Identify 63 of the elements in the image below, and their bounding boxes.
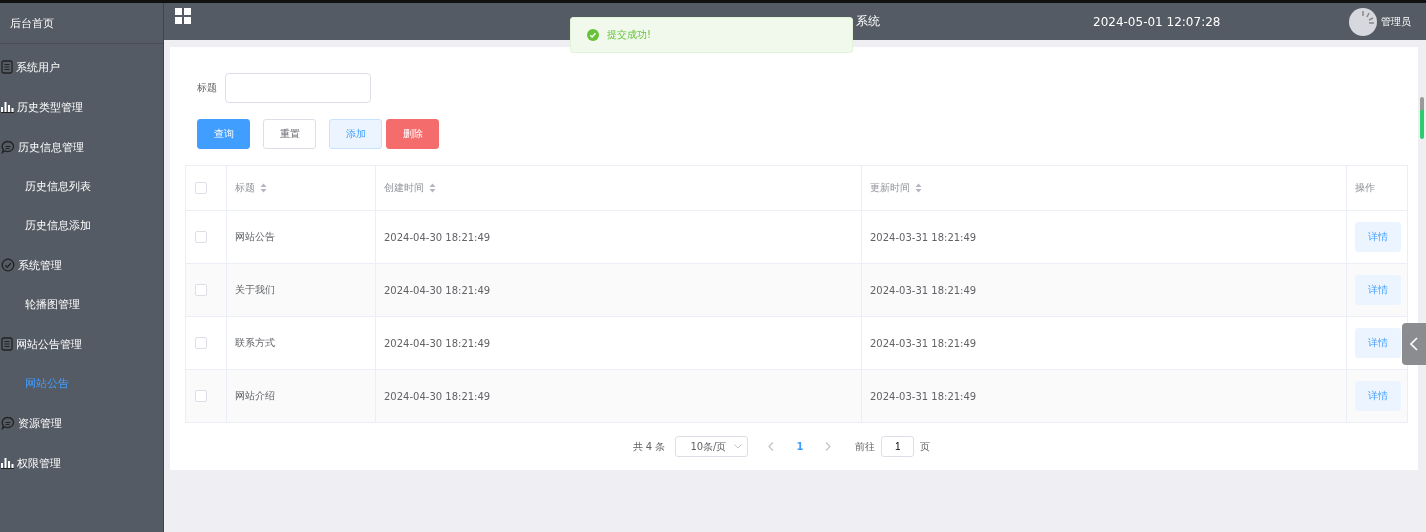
goto-label: 前往 bbox=[855, 439, 876, 454]
next-page-icon[interactable] bbox=[825, 442, 832, 451]
sidebar-item[interactable]: 权限管理 bbox=[0, 443, 163, 483]
grid-menu-icon[interactable] bbox=[175, 7, 191, 24]
chevron-left-icon bbox=[1410, 337, 1418, 351]
column-header: 创建时间 bbox=[384, 181, 424, 195]
sidebar-subitem[interactable]: 历史信息添加 bbox=[0, 206, 163, 245]
table-cell: 关于我们 bbox=[235, 283, 275, 297]
table-cell: 2024-04-30 18:21:49 bbox=[384, 284, 491, 296]
page-suffix: 页 bbox=[920, 439, 931, 454]
sidebar-item[interactable]: 历史类型管理 bbox=[0, 87, 163, 127]
toast-message: 提交成功! bbox=[607, 28, 651, 42]
document-icon bbox=[1, 60, 13, 74]
scrollbar[interactable] bbox=[1420, 97, 1424, 139]
chat-bubble-icon bbox=[1, 416, 15, 430]
prev-page-icon[interactable] bbox=[768, 442, 775, 451]
action-button[interactable]: 重置 bbox=[263, 119, 316, 149]
sort-icon[interactable] bbox=[429, 183, 436, 193]
sidebar-item[interactable]: 网站公告管理 bbox=[0, 324, 163, 364]
table-cell: 网站公告 bbox=[235, 230, 275, 244]
table-cell: 2024-04-30 18:21:49 bbox=[384, 337, 491, 349]
sort-icon[interactable] bbox=[260, 183, 267, 193]
table-cell: 2024-03-31 18:21:49 bbox=[870, 231, 977, 243]
select-all-checkbox[interactable] bbox=[195, 182, 207, 194]
success-icon bbox=[587, 29, 599, 41]
avatar[interactable] bbox=[1349, 7, 1378, 36]
table-cell: 联系方式 bbox=[235, 336, 275, 350]
table-cell: 2024-04-30 18:21:49 bbox=[384, 231, 491, 243]
field-label: 标题 bbox=[197, 81, 217, 95]
total-count: 共 4 条 bbox=[632, 439, 666, 454]
collapse-tab[interactable] bbox=[1402, 323, 1426, 365]
check-circle-icon bbox=[1, 258, 15, 272]
row-checkbox[interactable] bbox=[195, 337, 207, 349]
sidebar-item[interactable]: 系统管理 bbox=[0, 245, 163, 285]
system-title: 系统 bbox=[856, 13, 880, 30]
datetime-text: 2024-05-01 12:07:28 bbox=[1093, 14, 1221, 29]
table-cell: 网站介绍 bbox=[235, 389, 275, 403]
chat-bubble-icon bbox=[1, 140, 15, 154]
page-size-select[interactable]: 10条/页 bbox=[675, 436, 749, 457]
table-cell: 2024-03-31 18:21:49 bbox=[870, 337, 977, 349]
sidebar-item[interactable]: 资源管理 bbox=[0, 403, 163, 443]
sidebar-subitem[interactable]: 历史信息列表 bbox=[0, 167, 163, 206]
sidebar-item[interactable]: 历史信息管理 bbox=[0, 127, 163, 167]
row-checkbox[interactable] bbox=[195, 390, 207, 402]
table-cell: 2024-03-31 18:21:49 bbox=[870, 390, 977, 402]
sort-icon[interactable] bbox=[915, 183, 922, 193]
column-header: 标题 bbox=[235, 181, 255, 195]
title-input[interactable] bbox=[225, 73, 371, 103]
row-checkbox[interactable] bbox=[195, 231, 207, 243]
column-header: 操作 bbox=[1355, 181, 1375, 195]
sidebar-item[interactable]: 后台首页 bbox=[0, 3, 163, 44]
bar-chart-icon bbox=[1, 101, 14, 113]
chevron-down-icon bbox=[734, 444, 743, 449]
goto-page-input[interactable]: 1 bbox=[881, 436, 915, 457]
row-checkbox[interactable] bbox=[195, 284, 207, 296]
table-cell: 2024-04-30 18:21:49 bbox=[384, 390, 491, 402]
document-icon bbox=[1, 337, 13, 351]
column-header: 更新时间 bbox=[870, 181, 910, 195]
sidebar-subitem[interactable]: 轮播图管理 bbox=[0, 285, 163, 324]
sidebar-item[interactable]: 系统用户 bbox=[0, 47, 163, 87]
bar-chart-icon bbox=[1, 457, 14, 469]
table-cell: 2024-03-31 18:21:49 bbox=[870, 284, 977, 296]
user-name[interactable]: 管理员 bbox=[1381, 14, 1412, 29]
